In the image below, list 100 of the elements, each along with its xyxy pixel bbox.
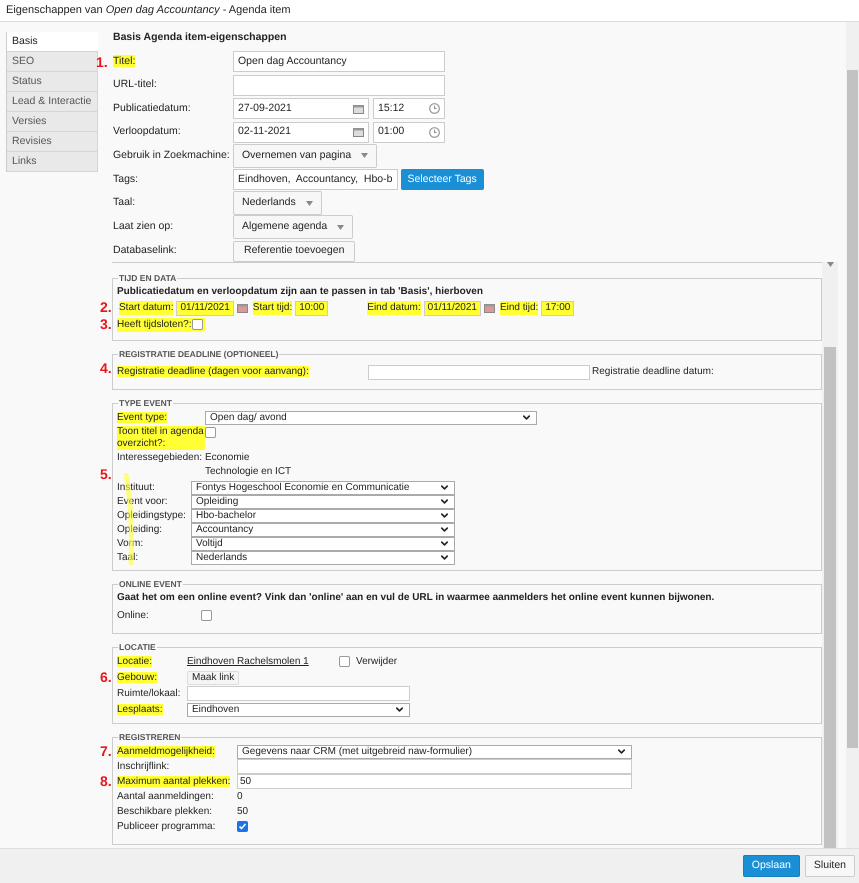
dropdown[interactable]: Nederlands xyxy=(191,550,455,564)
field-label: Taal: xyxy=(117,550,140,564)
field-label: Instituut: xyxy=(117,480,156,494)
deadline-field[interactable] xyxy=(368,364,590,380)
select-tags-button[interactable]: Selecteer Tags xyxy=(400,169,484,190)
make-link-button[interactable]: Maak link xyxy=(187,670,240,684)
section-legend: LOCATIE xyxy=(118,642,157,652)
text-field[interactable]: 50 xyxy=(237,774,632,789)
field-label: Databaselink: xyxy=(113,244,177,256)
annotation-number: 5. xyxy=(100,467,112,481)
sidebar-tab[interactable]: Revisies xyxy=(7,132,98,152)
location-link[interactable]: Eindhoven Rachelsmolen 1 xyxy=(187,654,339,668)
time-field[interactable]: 17:00 xyxy=(541,300,574,316)
field-label: Registratie deadline datum: xyxy=(592,365,714,379)
field-label: Titel: xyxy=(113,54,136,67)
add-reference-button[interactable]: Referentie toevoegen xyxy=(233,240,356,262)
field-label: Aanmeldmogelijkheid: xyxy=(117,746,215,756)
dropdown[interactable]: Accountancy xyxy=(191,522,455,536)
text-field[interactable] xyxy=(187,686,410,701)
field-label: Beschikbare plekken: xyxy=(117,806,212,816)
field-label: Tags: xyxy=(113,172,138,185)
annotation-number: 8. xyxy=(100,774,112,788)
clock-icon[interactable] xyxy=(429,103,440,114)
field-label: Registratie deadline (dagen voor aanvang): xyxy=(117,366,309,377)
dropdown[interactable]: Overnemen van pagina xyxy=(233,144,378,168)
caret-icon xyxy=(826,262,834,267)
clock-icon[interactable] xyxy=(429,126,440,138)
time-field[interactable]: 10:00 xyxy=(295,300,328,316)
section-legend: ONLINE EVENT xyxy=(118,579,183,589)
annotation-number: 1. xyxy=(96,54,108,69)
dropdown[interactable]: Nederlands xyxy=(233,191,322,216)
calendar-icon[interactable] xyxy=(236,303,248,313)
checkbox-label: Verwijder xyxy=(356,654,398,668)
checkbox[interactable] xyxy=(237,821,248,832)
field-label: Publiceer programma: xyxy=(117,820,216,832)
section-legend: TYPE EVENT xyxy=(118,398,173,408)
annotation-number: 6. xyxy=(100,670,112,684)
annotation-number: 7. xyxy=(100,744,112,758)
sidebar-tab[interactable]: Versies xyxy=(7,112,98,132)
time-field[interactable]: 01:00 xyxy=(373,122,445,142)
scrollbar[interactable] xyxy=(822,262,838,848)
close-button[interactable]: Sluiten xyxy=(804,855,855,877)
dropdown[interactable]: Voltijd xyxy=(191,536,455,550)
annotation-number: 2. xyxy=(100,300,112,314)
window-title: Eigenschappen van Open dag Accountancy - Agenda item xyxy=(6,3,291,18)
field-label: Vorm: xyxy=(117,536,144,550)
checkbox[interactable] xyxy=(205,427,216,438)
field-label: Lesplaats: xyxy=(117,704,163,714)
time-field[interactable]: 15:12 xyxy=(373,98,445,119)
field-label: Aantal aanmeldingen: xyxy=(117,790,214,802)
calendar-icon[interactable] xyxy=(353,127,364,137)
calendar-icon[interactable] xyxy=(484,303,495,313)
caret-icon xyxy=(361,153,368,158)
field-label: Interessegebieden: xyxy=(117,452,202,463)
dropdown[interactable]: Gegevens naar CRM (met uitgebreid naw-formulier) xyxy=(237,744,632,758)
field-label: Ruimte/lokaal: xyxy=(117,688,180,698)
field-label: Publicatiedatum: xyxy=(113,102,191,114)
date-field[interactable]: 01/11/2021 xyxy=(176,300,234,316)
calendar-icon[interactable] xyxy=(353,104,364,114)
checkbox[interactable] xyxy=(339,656,350,667)
field-value: 0 xyxy=(237,790,243,804)
field-label: Laat zien op: xyxy=(113,220,174,232)
checkbox[interactable] xyxy=(192,319,202,330)
field-label: Gebruik in Zoekmachine: xyxy=(113,148,230,161)
info-text: Gaat het om een online event? Vink dan 'online' aan en vul de URL in waarmee aanmelders het online event kunnen bijwonen. xyxy=(117,591,716,605)
field-label: Taal: xyxy=(113,196,136,208)
text-field[interactable]: Open dag Accountancy xyxy=(233,51,445,72)
tags-field[interactable]: Eindhoven, Accountancy, Hbo-b xyxy=(233,169,398,190)
dropdown[interactable]: Opleiding xyxy=(191,494,455,508)
checkbox[interactable] xyxy=(201,610,212,621)
sidebar-tab[interactable]: Lead & Interactie xyxy=(7,92,98,112)
dropdown[interactable]: Open dag/ avond xyxy=(205,410,537,424)
field-label: Eind tijd: xyxy=(500,301,538,315)
interest-value: Technologie en ICT xyxy=(205,465,292,479)
date-field[interactable]: 27-09-2021 xyxy=(233,98,369,119)
field-label: Locatie: xyxy=(117,656,152,666)
date-field[interactable]: 01/11/2021 xyxy=(424,300,481,316)
dropdown[interactable]: Algemene agenda xyxy=(233,215,354,240)
field-label: Heeft tijdsloten?: xyxy=(117,318,192,332)
section-legend: TIJD EN DATA xyxy=(118,273,178,283)
annotation-number: 3. xyxy=(100,317,112,331)
sidebar-tab[interactable]: Links xyxy=(7,152,98,172)
text-field[interactable] xyxy=(237,759,632,774)
annotation-number: 4. xyxy=(100,361,112,375)
dropdown[interactable]: Fontys Hogeschool Economie en Communicatie xyxy=(191,480,455,494)
scrollbar[interactable] xyxy=(846,22,859,848)
sidebar-tab[interactable]: Status xyxy=(7,72,98,92)
field-label: Eind datum: xyxy=(367,301,421,315)
caret-icon xyxy=(306,200,313,206)
save-button[interactable]: Opslaan xyxy=(742,855,800,877)
date-field[interactable]: 02-11-2021 xyxy=(233,122,369,142)
field-label: Start tijd: xyxy=(252,301,292,315)
field-label: Toon titel in agenda overzicht?: xyxy=(117,426,205,450)
dropdown[interactable]: Eindhoven xyxy=(187,702,410,716)
dropdown[interactable]: Hbo-bachelor xyxy=(191,508,455,522)
sidebar-tab[interactable]: SEO xyxy=(7,52,98,72)
field-label: Online: xyxy=(117,610,149,620)
info-text: Publicatiedatum en verloopdatum zijn aan te passen in tab 'Basis', hierboven xyxy=(117,285,484,299)
text-field[interactable] xyxy=(233,74,445,96)
sidebar-tab[interactable]: Basis xyxy=(7,32,98,52)
